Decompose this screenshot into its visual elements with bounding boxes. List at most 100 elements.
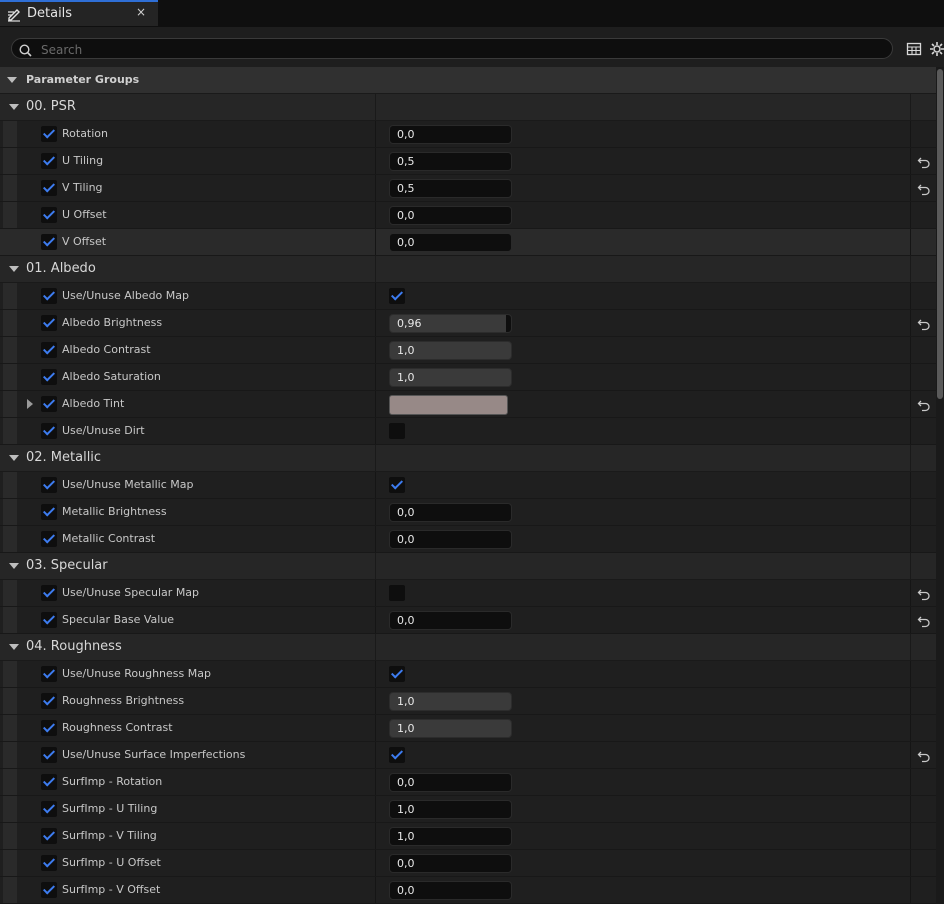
column-divider[interactable] <box>375 553 376 579</box>
override-checkbox[interactable] <box>41 855 57 871</box>
column-divider[interactable] <box>375 526 376 552</box>
reset-to-default-icon[interactable] <box>917 154 931 169</box>
value-checkbox[interactable] <box>389 747 405 763</box>
value-input[interactable]: 1,0 <box>389 827 512 846</box>
override-checkbox[interactable] <box>41 693 57 709</box>
column-divider[interactable] <box>375 148 376 174</box>
value-checkbox[interactable] <box>389 477 405 493</box>
search-box[interactable] <box>11 38 893 59</box>
value-input[interactable]: 0,0 <box>389 206 512 225</box>
value-input[interactable]: 0,5 <box>389 152 512 171</box>
override-checkbox[interactable] <box>41 207 57 223</box>
expand-arrow-icon[interactable] <box>27 399 33 409</box>
column-divider[interactable] <box>375 661 376 687</box>
column-divider[interactable] <box>375 445 376 471</box>
value-slider[interactable]: 1,0 <box>389 341 512 360</box>
reset-to-default-icon[interactable] <box>917 397 931 412</box>
column-divider[interactable] <box>375 94 376 120</box>
column-divider[interactable] <box>375 796 376 822</box>
group-header-02-metallic[interactable]: 02. Metallic <box>0 445 936 472</box>
color-swatch[interactable] <box>389 395 508 415</box>
override-checkbox[interactable] <box>41 612 57 628</box>
value-input[interactable]: 0,0 <box>389 233 512 252</box>
column-divider[interactable] <box>375 499 376 525</box>
table-view-icon[interactable] <box>906 41 922 57</box>
column-divider[interactable] <box>375 769 376 795</box>
override-checkbox[interactable] <box>41 342 57 358</box>
value-input[interactable]: 0,0 <box>389 854 512 873</box>
column-divider[interactable] <box>375 742 376 768</box>
column-divider[interactable] <box>375 391 376 417</box>
column-divider[interactable] <box>375 310 376 336</box>
collapse-arrow-icon[interactable] <box>9 455 19 461</box>
group-header-04-roughness[interactable]: 04. Roughness <box>0 634 936 661</box>
value-input[interactable]: 0,0 <box>389 503 512 522</box>
collapse-arrow-icon[interactable] <box>9 104 19 110</box>
value-input[interactable]: 0,0 <box>389 611 512 630</box>
value-slider[interactable]: 1,0 <box>389 719 512 738</box>
tab-details[interactable]: Details × <box>0 0 158 26</box>
parameter-groups-header[interactable]: Parameter Groups <box>0 67 936 94</box>
override-checkbox[interactable] <box>41 504 57 520</box>
group-header-01-albedo[interactable]: 01. Albedo <box>0 256 936 283</box>
column-divider[interactable] <box>375 472 376 498</box>
column-divider[interactable] <box>375 283 376 309</box>
override-checkbox[interactable] <box>41 531 57 547</box>
override-checkbox[interactable] <box>41 126 57 142</box>
column-divider[interactable] <box>375 418 376 444</box>
override-checkbox[interactable] <box>41 180 57 196</box>
override-checkbox[interactable] <box>41 288 57 304</box>
column-divider[interactable] <box>375 364 376 390</box>
override-checkbox[interactable] <box>41 315 57 331</box>
value-input[interactable]: 1,0 <box>389 800 512 819</box>
value-input[interactable]: 0,0 <box>389 125 512 144</box>
override-checkbox[interactable] <box>41 666 57 682</box>
value-checkbox[interactable] <box>389 666 405 682</box>
column-divider[interactable] <box>375 256 376 282</box>
value-slider[interactable]: 0,96 <box>389 314 512 333</box>
collapse-arrow-icon[interactable] <box>9 644 19 650</box>
override-checkbox[interactable] <box>41 234 57 250</box>
collapse-arrow-icon[interactable] <box>9 563 19 569</box>
override-checkbox[interactable] <box>41 882 57 898</box>
override-checkbox[interactable] <box>41 585 57 601</box>
column-divider[interactable] <box>375 580 376 606</box>
column-divider[interactable] <box>375 337 376 363</box>
group-header-03-specular[interactable]: 03. Specular <box>0 553 936 580</box>
override-checkbox[interactable] <box>41 153 57 169</box>
value-input[interactable]: 0,5 <box>389 179 512 198</box>
column-divider[interactable] <box>375 634 376 660</box>
scrollbar-thumb[interactable] <box>937 69 943 399</box>
close-icon[interactable]: × <box>136 5 146 19</box>
override-checkbox[interactable] <box>41 720 57 736</box>
column-divider[interactable] <box>375 850 376 876</box>
reset-to-default-icon[interactable] <box>917 316 931 331</box>
value-input[interactable]: 0,0 <box>389 530 512 549</box>
collapse-arrow-icon[interactable] <box>9 266 19 272</box>
column-divider[interactable] <box>375 229 376 255</box>
column-divider[interactable] <box>375 607 376 633</box>
value-input[interactable]: 0,0 <box>389 881 512 900</box>
reset-to-default-icon[interactable] <box>917 181 931 196</box>
column-divider[interactable] <box>375 175 376 201</box>
reset-to-default-icon[interactable] <box>917 613 931 628</box>
settings-gear-icon[interactable] <box>929 41 944 57</box>
value-checkbox[interactable] <box>389 288 405 304</box>
group-header-00-psr[interactable]: 00. PSR <box>0 94 936 121</box>
override-checkbox[interactable] <box>41 369 57 385</box>
override-checkbox[interactable] <box>41 828 57 844</box>
reset-to-default-icon[interactable] <box>917 586 931 601</box>
column-divider[interactable] <box>375 823 376 849</box>
override-checkbox[interactable] <box>41 396 57 412</box>
value-checkbox[interactable] <box>389 423 405 439</box>
column-divider[interactable] <box>375 715 376 741</box>
override-checkbox[interactable] <box>41 747 57 763</box>
search-input[interactable] <box>39 40 883 59</box>
column-divider[interactable] <box>375 121 376 147</box>
column-divider[interactable] <box>375 202 376 228</box>
value-slider[interactable]: 1,0 <box>389 692 512 711</box>
reset-to-default-icon[interactable] <box>917 748 931 763</box>
override-checkbox[interactable] <box>41 477 57 493</box>
override-checkbox[interactable] <box>41 423 57 439</box>
value-checkbox[interactable] <box>389 585 405 601</box>
